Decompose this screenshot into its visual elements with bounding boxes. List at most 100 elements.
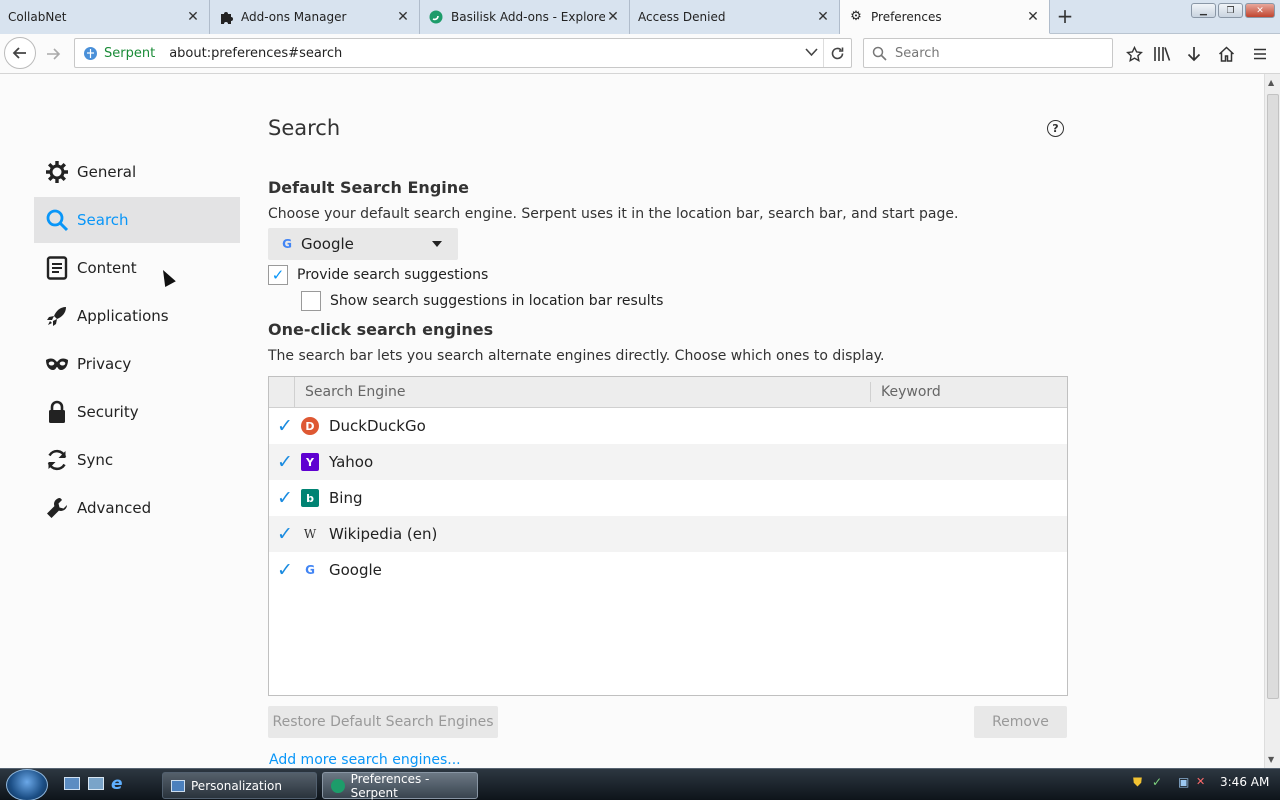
header-search-engine[interactable]: Search Engine: [295, 382, 871, 402]
reload-icon[interactable]: [823, 39, 851, 67]
mask-icon: [44, 351, 70, 377]
sidebar-item-advanced[interactable]: Advanced: [34, 485, 240, 531]
site-identity-label: Serpent: [104, 45, 156, 61]
url-text[interactable]: about:preferences#search: [169, 46, 799, 61]
start-button[interactable]: [6, 769, 48, 800]
window-close-button[interactable]: ✕: [1245, 3, 1275, 18]
close-icon[interactable]: ✕: [605, 9, 621, 25]
site-identity-icon[interactable]: [83, 46, 98, 61]
table-row[interactable]: ✓ b Bing: [269, 480, 1067, 516]
table-row[interactable]: ✓ W Wikipedia (en): [269, 516, 1067, 552]
tab-collabnet[interactable]: CollabNet ✕: [0, 0, 210, 34]
checkmark-icon[interactable]: ✓: [273, 487, 297, 509]
google-icon: G: [305, 563, 315, 577]
action-center-icon[interactable]: ✓: [1152, 775, 1162, 789]
library-icon: [1154, 47, 1171, 61]
sidebar-item-applications[interactable]: Applications: [34, 293, 240, 339]
wrench-icon: [44, 495, 70, 521]
remove-button[interactable]: Remove: [974, 706, 1067, 738]
scroll-down-arrow-icon[interactable]: ▼: [1268, 755, 1274, 764]
menu-button[interactable]: [1248, 42, 1272, 66]
os-taskbar: e Personalization Preferences - Serpent …: [0, 768, 1280, 800]
sidebar-item-general[interactable]: General: [34, 149, 240, 195]
internet-explorer-icon[interactable]: e: [111, 774, 123, 794]
clock[interactable]: 3:46 AM: [1220, 775, 1269, 789]
downloads-button[interactable]: [1182, 42, 1206, 66]
scroll-up-arrow-icon[interactable]: ▲: [1268, 78, 1274, 87]
sidebar-item-security[interactable]: Security: [34, 389, 240, 435]
checkmark-icon[interactable]: ✓: [273, 415, 297, 437]
search-bar[interactable]: Search: [863, 38, 1113, 68]
url-dropdown-icon[interactable]: [799, 46, 823, 61]
sidebar-item-label: Security: [77, 403, 139, 421]
close-icon[interactable]: ✕: [1025, 9, 1041, 25]
bookmark-star-button[interactable]: [1122, 42, 1146, 66]
tab-preferences[interactable]: ⚙ Preferences ✕: [840, 0, 1050, 34]
close-icon[interactable]: ✕: [185, 9, 201, 25]
tab-label: Basilisk Add-ons - Explore A: [451, 10, 605, 24]
forward-button[interactable]: [42, 43, 64, 65]
yahoo-icon: Y: [301, 453, 319, 471]
sidebar-item-label: Advanced: [77, 499, 152, 517]
location-suggestions-row[interactable]: Show search suggestions in location bar …: [301, 291, 663, 311]
tab-basilisk-addons[interactable]: Basilisk Add-ons - Explore A ✕: [420, 0, 630, 34]
help-icon[interactable]: ?: [1047, 120, 1064, 137]
checkmark-icon[interactable]: ✓: [273, 451, 297, 473]
library-button[interactable]: [1150, 42, 1174, 66]
provide-suggestions-checkbox[interactable]: ✓: [268, 265, 288, 285]
tab-label: Preferences: [871, 9, 942, 24]
sidebar-item-privacy[interactable]: Privacy: [34, 341, 240, 387]
default-engine-dropdown[interactable]: G Google: [268, 228, 458, 260]
table-row[interactable]: ✓ Y Yahoo: [269, 444, 1067, 480]
home-button[interactable]: [1214, 42, 1238, 66]
header-check-column: [269, 377, 295, 407]
maximize-button[interactable]: ❐: [1218, 3, 1243, 18]
rocket-icon: [44, 303, 70, 329]
tab-label: CollabNet: [8, 10, 67, 24]
personalization-icon: [171, 779, 185, 792]
engine-name: Google: [329, 561, 382, 579]
show-desktop-icon[interactable]: [64, 777, 80, 790]
close-icon[interactable]: ✕: [395, 9, 411, 25]
page-scrollbar[interactable]: ▲ ▼: [1264, 74, 1280, 768]
basilisk-icon: [428, 9, 444, 25]
tab-addons-manager[interactable]: Add-ons Manager ✕: [210, 0, 420, 34]
search-placeholder: Search: [895, 45, 940, 61]
network-icon[interactable]: ▣: [1178, 775, 1189, 789]
provide-suggestions-row[interactable]: ✓ Provide search suggestions: [268, 265, 488, 285]
table-row[interactable]: ✓ G Google: [269, 552, 1067, 588]
restore-default-engines-button[interactable]: Restore Default Search Engines: [268, 706, 498, 738]
back-button[interactable]: [4, 37, 36, 69]
taskbar-item-label: Personalization: [191, 778, 282, 793]
puzzle-icon: [218, 9, 234, 25]
tab-access-denied[interactable]: Access Denied ✕: [630, 0, 840, 34]
table-row[interactable]: ✓ D DuckDuckGo: [269, 408, 1067, 444]
new-tab-button[interactable]: +: [1052, 6, 1078, 28]
add-more-engines-link[interactable]: Add more search engines...: [269, 752, 461, 768]
location-suggestions-checkbox[interactable]: [301, 291, 321, 311]
switch-windows-icon[interactable]: [88, 777, 104, 790]
volume-muted-icon[interactable]: ✕: [1196, 775, 1205, 788]
hamburger-menu-icon: [1254, 48, 1266, 60]
scrollbar-thumb[interactable]: [1267, 94, 1279, 699]
taskbar-item-preferences-serpent[interactable]: Preferences - Serpent: [322, 772, 478, 800]
taskbar-item-personalization[interactable]: Personalization: [162, 772, 317, 799]
checkmark-icon[interactable]: ✓: [273, 523, 297, 545]
engine-name: Bing: [329, 489, 363, 507]
sidebar-item-content[interactable]: Content: [34, 245, 240, 291]
checkmark-icon[interactable]: ✓: [273, 559, 297, 581]
serpent-icon: [331, 778, 345, 793]
sidebar-item-label: Sync: [77, 451, 114, 469]
tab-label: Add-ons Manager: [241, 10, 347, 24]
sidebar-item-sync[interactable]: Sync: [34, 437, 240, 483]
caret-down-icon: [432, 241, 442, 247]
security-shield-icon[interactable]: ⛊: [1133, 775, 1142, 790]
minimize-button[interactable]: ▁: [1191, 3, 1216, 18]
google-icon: G: [282, 237, 292, 251]
close-icon[interactable]: ✕: [815, 9, 831, 25]
forward-arrow-icon: [47, 48, 61, 60]
sidebar-item-search[interactable]: Search: [34, 197, 240, 243]
wikipedia-icon: W: [303, 527, 317, 541]
url-bar[interactable]: Serpent about:preferences#search: [74, 38, 852, 68]
header-keyword[interactable]: Keyword: [871, 384, 941, 400]
